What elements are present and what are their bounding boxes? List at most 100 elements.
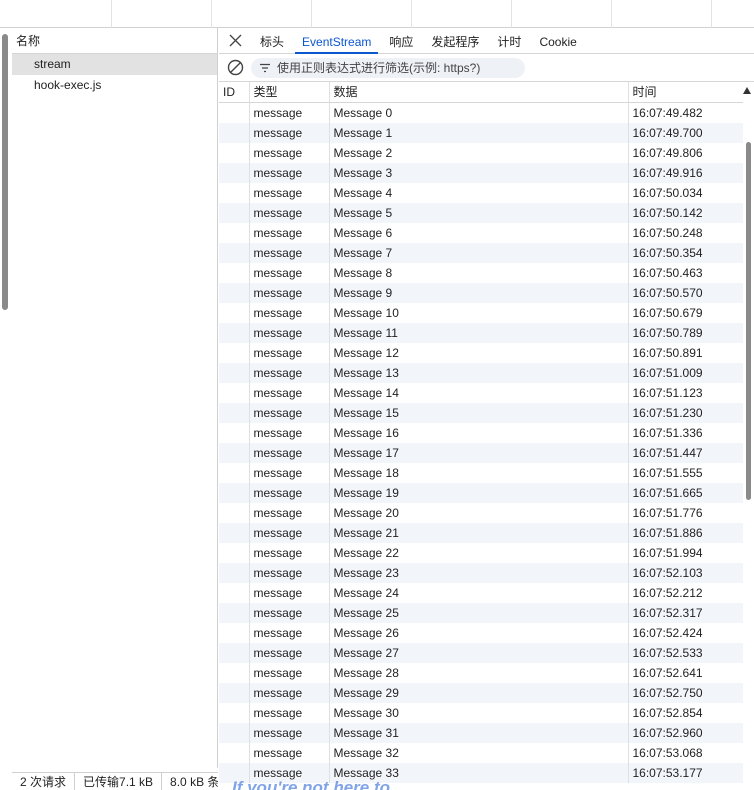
cell-id bbox=[219, 182, 250, 203]
table-row[interactable]: message Message 17 16:07:51.447 bbox=[219, 442, 743, 463]
table-row[interactable]: message Message 18 16:07:51.555 bbox=[219, 462, 743, 483]
cell-type: message bbox=[249, 482, 330, 503]
table-row[interactable]: message Message 12 16:07:50.891 bbox=[219, 342, 743, 363]
cell-id bbox=[219, 382, 250, 403]
filter-input[interactable] bbox=[277, 60, 517, 75]
table-row[interactable]: message Message 32 16:07:53.068 bbox=[219, 742, 743, 763]
cell-time: 16:07:53.068 bbox=[632, 745, 703, 760]
cell-data: Message 4 bbox=[329, 182, 629, 203]
table-row[interactable]: message Message 23 16:07:52.103 bbox=[219, 562, 743, 583]
resource-size: 8.0 kB 条 bbox=[162, 773, 218, 790]
cell-type: message bbox=[249, 262, 330, 283]
tab-0[interactable]: 标头 bbox=[251, 27, 293, 53]
table-row[interactable]: message Message 24 16:07:52.212 bbox=[219, 582, 743, 603]
cell-time: 16:07:50.034 bbox=[632, 185, 703, 200]
network-timeline[interactable] bbox=[0, 0, 754, 28]
table-row[interactable]: message Message 10 16:07:50.679 bbox=[219, 302, 743, 323]
table-row[interactable]: message Message 1 16:07:49.700 bbox=[219, 122, 743, 143]
table-row[interactable]: message Message 29 16:07:52.750 bbox=[219, 682, 743, 703]
table-row[interactable]: message Message 4 16:07:50.034 bbox=[219, 182, 743, 203]
table-row[interactable]: message Message 31 16:07:52.960 bbox=[219, 722, 743, 743]
table-row[interactable]: message Message 13 16:07:51.009 bbox=[219, 362, 743, 383]
cell-id bbox=[219, 282, 250, 303]
filter-bar bbox=[219, 54, 754, 82]
table-row[interactable]: message Message 8 16:07:50.463 bbox=[219, 262, 743, 283]
close-icon[interactable] bbox=[219, 27, 251, 53]
detail-tabbar: 标头 EventStream 响应 发起程序 计时 Cookie bbox=[219, 28, 754, 54]
cell-data: Message 20 bbox=[329, 502, 629, 523]
left-scrollbar[interactable] bbox=[0, 28, 12, 790]
filter-box[interactable] bbox=[251, 57, 525, 78]
tab-2[interactable]: 响应 bbox=[380, 27, 422, 53]
cell-type: message bbox=[249, 322, 330, 343]
cell-data: Message 17 bbox=[329, 442, 629, 463]
request-list-header[interactable]: 名称 bbox=[12, 28, 217, 54]
cell-time: 16:07:51.994 bbox=[632, 545, 703, 560]
table-row[interactable]: message Message 11 16:07:50.789 bbox=[219, 322, 743, 343]
table-row[interactable]: message Message 7 16:07:50.354 bbox=[219, 242, 743, 263]
cell-id bbox=[219, 302, 250, 323]
column-header-data[interactable]: 数据 bbox=[329, 82, 629, 103]
cell-time: 16:07:51.009 bbox=[632, 365, 703, 380]
cell-id bbox=[219, 542, 250, 563]
request-item-hook-exec-js[interactable]: hook-exec.js bbox=[12, 75, 217, 96]
table-row[interactable]: message Message 21 16:07:51.886 bbox=[219, 522, 743, 543]
cell-time: 16:07:49.482 bbox=[632, 105, 703, 120]
cell-time: 16:07:51.886 bbox=[632, 525, 703, 540]
cell-id bbox=[219, 362, 250, 383]
table-row[interactable]: message Message 14 16:07:51.123 bbox=[219, 382, 743, 403]
cell-type: message bbox=[249, 562, 330, 583]
table-row[interactable]: message Message 9 16:07:50.570 bbox=[219, 282, 743, 303]
table-row[interactable]: message Message 28 16:07:52.641 bbox=[219, 662, 743, 683]
table-row[interactable]: message Message 3 16:07:49.916 bbox=[219, 162, 743, 183]
event-rows: message Message 0 16:07:49.482 message Messa… bbox=[219, 102, 743, 783]
cell-data: Message 3 bbox=[329, 162, 629, 183]
table-row[interactable]: message Message 6 16:07:50.248 bbox=[219, 222, 743, 243]
table-row[interactable]: message Message 15 16:07:51.230 bbox=[219, 402, 743, 423]
table-row[interactable]: message Message 30 16:07:52.854 bbox=[219, 702, 743, 723]
table-row[interactable]: message Message 20 16:07:51.776 bbox=[219, 502, 743, 523]
right-scrollbar[interactable] bbox=[743, 132, 754, 790]
cell-type: message bbox=[249, 302, 330, 323]
tab-3[interactable]: 发起程序 bbox=[422, 27, 488, 53]
cell-time: 16:07:51.230 bbox=[632, 405, 703, 420]
table-row[interactable]: message Message 26 16:07:52.424 bbox=[219, 622, 743, 643]
cell-data: Message 22 bbox=[329, 542, 629, 563]
cell-data: Message 10 bbox=[329, 302, 629, 323]
tab-5[interactable]: Cookie bbox=[530, 27, 585, 53]
cell-data: Message 31 bbox=[329, 722, 629, 743]
table-row[interactable]: message Message 5 16:07:50.142 bbox=[219, 202, 743, 223]
cell-data: Message 12 bbox=[329, 342, 629, 363]
column-header-time[interactable]: 时间 bbox=[628, 82, 751, 103]
clear-icon[interactable] bbox=[219, 54, 251, 82]
cell-data: Message 16 bbox=[329, 422, 629, 443]
table-row[interactable]: message Message 16 16:07:51.336 bbox=[219, 422, 743, 443]
column-header-type[interactable]: 类型 bbox=[249, 82, 330, 103]
table-row[interactable]: message Message 0 16:07:49.482 bbox=[219, 102, 743, 123]
cell-time: 16:07:52.641 bbox=[632, 665, 703, 680]
table-row[interactable]: message Message 27 16:07:52.533 bbox=[219, 642, 743, 663]
cell-time: 16:07:51.447 bbox=[632, 445, 703, 460]
request-detail-panel: 标头EventStream响应发起程序计时Cookie ID 类型 数据 时间 … bbox=[219, 28, 754, 790]
table-row[interactable]: message Message 19 16:07:51.665 bbox=[219, 482, 743, 503]
cell-time: 16:07:51.123 bbox=[632, 385, 703, 400]
cell-data: Message 27 bbox=[329, 642, 629, 663]
tab-4[interactable]: 计时 bbox=[488, 27, 530, 53]
cell-data: Message 28 bbox=[329, 662, 629, 683]
table-row[interactable]: message Message 25 16:07:52.317 bbox=[219, 602, 743, 623]
request-item-stream[interactable]: stream bbox=[12, 54, 217, 75]
tab-1[interactable]: EventStream bbox=[293, 27, 380, 54]
cell-time: 16:07:53.177 bbox=[632, 765, 703, 780]
overlay-caption: If you're not here to bbox=[232, 778, 390, 790]
cell-id bbox=[219, 102, 250, 123]
left-scrollbar-thumb[interactable] bbox=[2, 34, 8, 310]
cell-data: Message 0 bbox=[329, 102, 629, 123]
cell-time: 16:07:52.533 bbox=[632, 645, 703, 660]
cell-type: message bbox=[249, 182, 330, 203]
cell-data: Message 2 bbox=[329, 142, 629, 163]
column-header-id[interactable]: ID bbox=[219, 82, 250, 103]
table-row[interactable]: message Message 2 16:07:49.806 bbox=[219, 142, 743, 163]
cell-type: message bbox=[249, 282, 330, 303]
table-row[interactable]: message Message 22 16:07:51.994 bbox=[219, 542, 743, 563]
right-scrollbar-thumb[interactable] bbox=[746, 142, 751, 500]
